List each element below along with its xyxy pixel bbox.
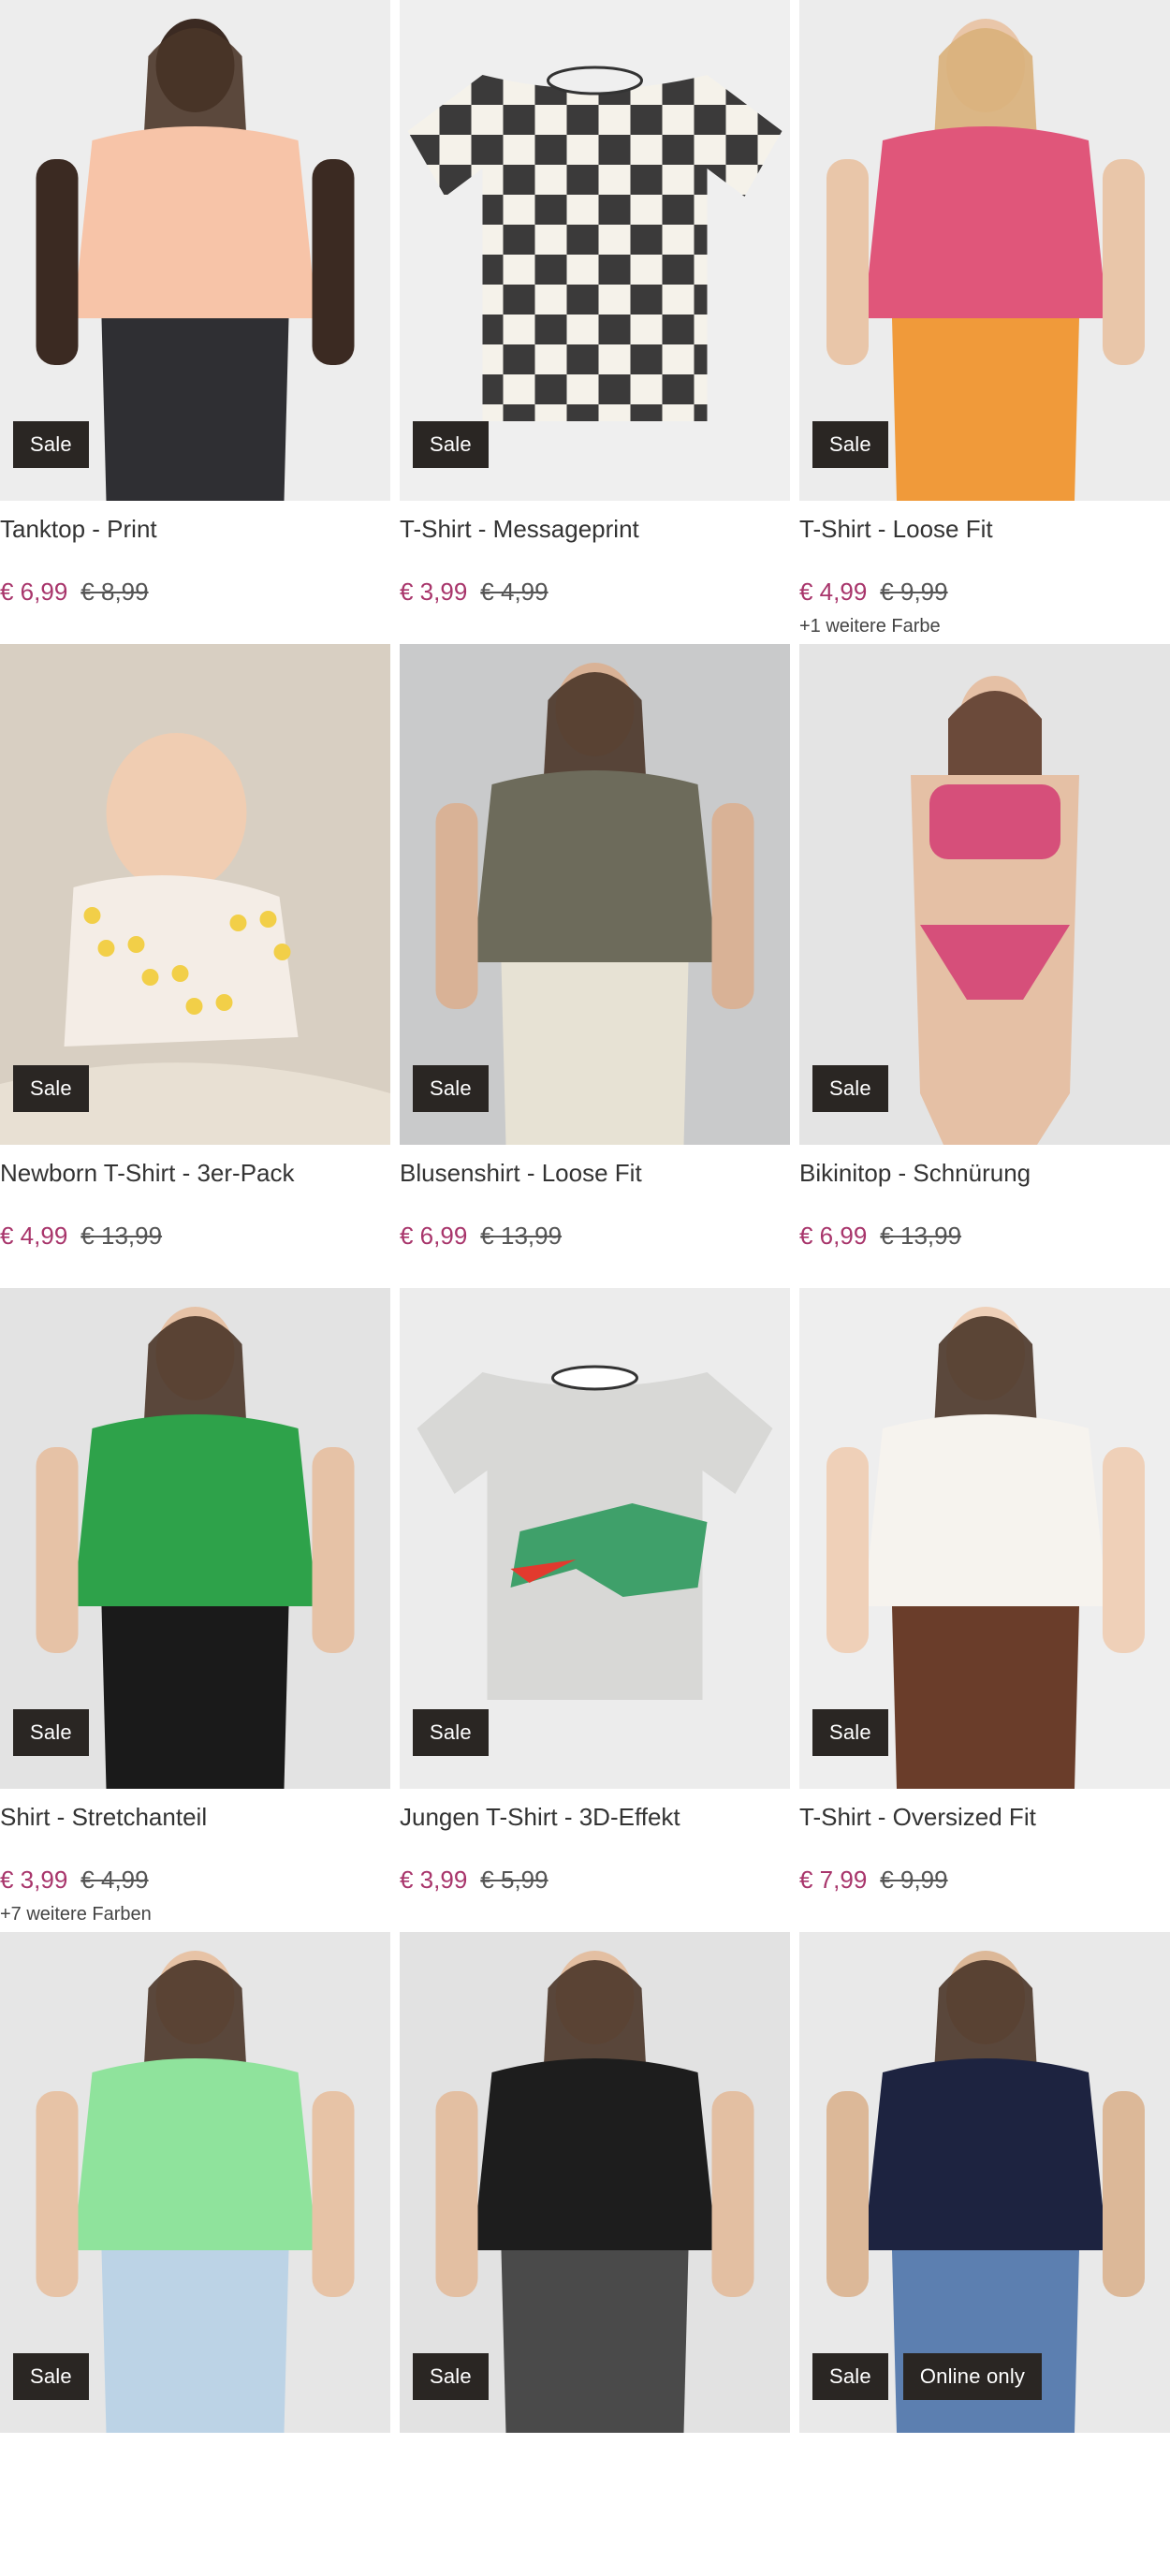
original-price: € 4,99 <box>480 578 548 606</box>
product-title[interactable]: Tanktop - Print <box>0 508 390 549</box>
badge-group: Sale <box>13 2353 89 2400</box>
product-card[interactable]: Sale <box>400 1932 790 2576</box>
sale-price: € 4,99 <box>0 1222 68 1250</box>
badge-group: Sale <box>13 1709 89 1756</box>
product-grid: Sale Tanktop - Print € 6,99 € 8,99 Sale … <box>0 0 1170 2576</box>
product-card[interactable]: Sale <box>0 1932 390 2576</box>
product-card[interactable]: Sale Bikinitop - Schnürung € 6,99 € 13,9… <box>799 644 1170 1288</box>
more-colors-note[interactable]: +1 weitere Farbe <box>799 616 1170 637</box>
product-card[interactable]: Sale Newborn T-Shirt - 3er-Pack € 4,99 €… <box>0 644 390 1288</box>
sale-badge: Sale <box>13 2353 89 2400</box>
badge-group: Sale Online only <box>812 2353 1043 2400</box>
badge-group: Sale <box>413 2353 489 2400</box>
product-title[interactable]: Jungen T-Shirt - 3D-Effekt <box>400 1796 790 1837</box>
sale-badge: Sale <box>413 421 489 468</box>
online-only-badge: Online only <box>902 2353 1043 2400</box>
sale-price: € 6,99 <box>0 578 68 606</box>
original-price: € 13,99 <box>80 1222 163 1250</box>
sale-price: € 6,99 <box>400 1222 468 1250</box>
badge-group: Sale <box>413 1065 489 1112</box>
sale-price: € 6,99 <box>799 1222 868 1250</box>
original-price: € 9,99 <box>880 1866 948 1894</box>
product-title[interactable] <box>0 2440 390 2481</box>
badge-group: Sale <box>812 1065 888 1112</box>
sale-price: € 3,99 <box>400 1866 468 1894</box>
product-card[interactable]: Sale Blusenshirt - Loose Fit € 6,99 € 13… <box>400 644 790 1288</box>
sale-badge: Sale <box>812 1065 888 1112</box>
product-image[interactable]: Sale <box>400 644 790 1145</box>
product-image[interactable]: Sale <box>0 1932 390 2433</box>
product-image[interactable]: Sale <box>0 1288 390 1789</box>
price-row: € 7,99 € 9,99 <box>799 1866 1170 1895</box>
product-image[interactable]: Sale <box>400 1932 790 2433</box>
sale-price: € 3,99 <box>400 578 468 606</box>
sale-badge: Sale <box>13 1709 89 1756</box>
product-image[interactable]: Sale <box>799 1288 1170 1789</box>
product-card[interactable]: Sale Shirt - Stretchanteil € 3,99 € 4,99… <box>0 1288 390 1932</box>
sale-badge: Sale <box>812 2353 888 2400</box>
price-row: € 6,99 € 8,99 <box>0 578 390 607</box>
product-title[interactable]: T-Shirt - Oversized Fit <box>799 1796 1170 1837</box>
original-price: € 5,99 <box>480 1866 548 1894</box>
price-row: € 3,99 € 4,99 <box>0 1866 390 1895</box>
sale-price: € 3,99 <box>0 1866 68 1894</box>
product-image[interactable]: Sale <box>400 1288 790 1789</box>
sale-badge: Sale <box>413 1709 489 1756</box>
original-price: € 13,99 <box>480 1222 563 1250</box>
sale-badge: Sale <box>413 1065 489 1112</box>
product-image[interactable]: Sale <box>0 644 390 1145</box>
original-price: € 9,99 <box>880 578 948 606</box>
product-image[interactable]: Sale <box>0 0 390 501</box>
price-row: € 6,99 € 13,99 <box>400 1222 790 1251</box>
product-card[interactable]: Sale Tanktop - Print € 6,99 € 8,99 <box>0 0 390 644</box>
product-title[interactable]: Shirt - Stretchanteil <box>0 1796 390 1837</box>
product-image[interactable]: Sale <box>799 0 1170 501</box>
product-card[interactable]: Sale Jungen T-Shirt - 3D-Effekt € 3,99 €… <box>400 1288 790 1932</box>
price-row: € 3,99 € 4,99 <box>400 578 790 607</box>
product-title[interactable]: Blusenshirt - Loose Fit <box>400 1152 790 1193</box>
product-title[interactable] <box>400 2440 790 2481</box>
badge-group: Sale <box>13 1065 89 1112</box>
price-row: € 4,99 € 9,99 <box>799 578 1170 607</box>
sale-badge: Sale <box>413 2353 489 2400</box>
product-title[interactable]: Bikinitop - Schnürung <box>799 1152 1170 1193</box>
badge-group: Sale <box>812 421 888 468</box>
original-price: € 13,99 <box>880 1222 962 1250</box>
product-title[interactable]: Newborn T-Shirt - 3er-Pack <box>0 1152 390 1193</box>
sale-badge: Sale <box>13 421 89 468</box>
product-card[interactable]: Sale T-Shirt - Loose Fit € 4,99 € 9,99 +… <box>799 0 1170 644</box>
product-image[interactable]: Sale <box>799 644 1170 1145</box>
product-card[interactable]: Sale T-Shirt - Messageprint € 3,99 € 4,9… <box>400 0 790 644</box>
price-row: € 6,99 € 13,99 <box>799 1222 1170 1251</box>
product-card[interactable]: Sale Online only <box>799 1932 1170 2576</box>
original-price: € 4,99 <box>80 1866 149 1894</box>
badge-group: Sale <box>812 1709 888 1756</box>
sale-price: € 7,99 <box>799 1866 868 1894</box>
badge-group: Sale <box>13 421 89 468</box>
sale-badge: Sale <box>812 421 888 468</box>
more-colors-note[interactable]: +7 weitere Farben <box>0 1904 390 1925</box>
sale-badge: Sale <box>812 1709 888 1756</box>
product-image[interactable]: Sale Online only <box>799 1932 1170 2433</box>
product-title[interactable]: T-Shirt - Messageprint <box>400 508 790 549</box>
sale-badge: Sale <box>13 1065 89 1112</box>
badge-group: Sale <box>413 1709 489 1756</box>
sale-price: € 4,99 <box>799 578 868 606</box>
price-row: € 4,99 € 13,99 <box>0 1222 390 1251</box>
product-title[interactable]: T-Shirt - Loose Fit <box>799 508 1170 549</box>
product-image[interactable]: Sale <box>400 0 790 501</box>
price-row: € 3,99 € 5,99 <box>400 1866 790 1895</box>
product-title[interactable] <box>799 2440 1170 2481</box>
product-card[interactable]: Sale T-Shirt - Oversized Fit € 7,99 € 9,… <box>799 1288 1170 1932</box>
original-price: € 8,99 <box>80 578 149 606</box>
badge-group: Sale <box>413 421 489 468</box>
